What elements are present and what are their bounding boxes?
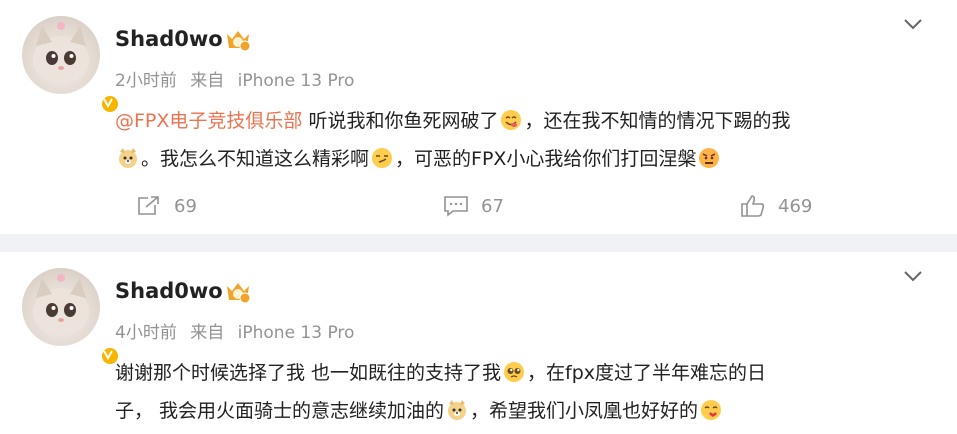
post-text: 谢谢那个时候选择了我 也一如既往的支持了我 ，在fpx度过了半年难忘的日 子， 我… bbox=[115, 354, 915, 430]
repost-button[interactable]: 69 bbox=[136, 186, 197, 226]
text-segment: ，希望我们小凤凰也好好的 bbox=[470, 400, 699, 422]
post-line-1: @FPX电子竞技俱乐部 听说我和你鱼死网破了 ，还在我不知情的情况下踢的我 bbox=[115, 102, 915, 140]
vip-badge-icon[interactable] bbox=[224, 280, 252, 304]
post-meta: 4小时前 来自 iPhone 13 Pro bbox=[115, 318, 354, 343]
smirk-emoji-icon bbox=[372, 148, 393, 168]
comment-icon bbox=[444, 196, 468, 217]
doge-emoji-icon bbox=[119, 148, 137, 168]
source-prefix: 来自 bbox=[190, 71, 225, 91]
like-count: 469 bbox=[778, 195, 813, 217]
cat-avatar-icon bbox=[33, 22, 89, 84]
post-line-2: 子， 我会用火面骑士的意志继续加油的 ，希望我们小凤凰也好好的 bbox=[115, 392, 915, 430]
source-device: iPhone 13 Pro bbox=[237, 323, 355, 343]
repost-icon bbox=[138, 196, 159, 215]
post-line-1: 谢谢那个时候选择了我 也一如既往的支持了我 ，在fpx度过了半年难忘的日 bbox=[115, 354, 915, 392]
post-line-2: 。我怎么不知道这么精彩啊 ，可恶的FPX小心我给你们打回涅槃 bbox=[115, 140, 915, 178]
avatar[interactable] bbox=[22, 268, 120, 366]
text-segment: ，可恶的FPX小心我给你们打回涅槃 bbox=[395, 148, 697, 170]
text-segment: 子， 我会用火面骑士的意志继续加油的 bbox=[115, 400, 445, 422]
repost-count: 69 bbox=[174, 195, 197, 217]
username[interactable]: Shad0wo bbox=[115, 27, 223, 51]
cat-avatar-icon bbox=[33, 274, 89, 336]
yum-emoji-icon bbox=[501, 110, 522, 130]
avatar[interactable] bbox=[22, 16, 120, 114]
chevron-down-icon[interactable] bbox=[902, 16, 924, 32]
comment-button[interactable]: 67 bbox=[443, 186, 504, 226]
pleading-emoji-icon bbox=[504, 362, 525, 382]
username[interactable]: Shad0wo bbox=[115, 279, 223, 303]
post-time[interactable]: 4小时前 bbox=[115, 323, 177, 343]
text-segment: 谢谢那个时候选择了我 也一如既往的支持了我 bbox=[115, 362, 502, 384]
post-time[interactable]: 2小时前 bbox=[115, 71, 177, 91]
mention-link[interactable]: @FPX电子竞技俱乐部 bbox=[115, 110, 302, 132]
doge-emoji-icon bbox=[448, 400, 467, 420]
text-segment: ，还在我不知情的情况下踢的我 bbox=[524, 110, 791, 132]
text-segment: 。我怎么不知道这么精彩啊 bbox=[141, 148, 370, 170]
comment-count: 67 bbox=[481, 195, 504, 217]
text-segment: 听说我和你鱼死网破了 bbox=[302, 110, 499, 132]
post-meta: 2小时前 来自 iPhone 13 Pro bbox=[115, 66, 354, 91]
source-prefix: 来自 bbox=[190, 323, 225, 343]
weibo-post: Shad0wo 2小时前 来自 iPhone 13 Pro @FPX电子竞技俱乐… bbox=[0, 0, 957, 234]
chevron-down-icon[interactable] bbox=[902, 268, 924, 284]
source-device: iPhone 13 Pro bbox=[237, 71, 355, 91]
like-button[interactable]: 469 bbox=[740, 186, 812, 226]
vip-badge-icon[interactable] bbox=[224, 28, 252, 52]
angry-emoji-icon bbox=[699, 148, 720, 168]
like-icon bbox=[741, 195, 765, 217]
kiss-emoji-icon bbox=[701, 400, 722, 420]
weibo-post: Shad0wo 4小时前 来自 iPhone 13 Pro 谢谢那个时候选择了我… bbox=[0, 252, 957, 434]
text-segment: ，在fpx度过了半年难忘的日 bbox=[527, 362, 767, 384]
action-bar: 69 67 469 bbox=[0, 186, 957, 226]
post-text: @FPX电子竞技俱乐部 听说我和你鱼死网破了 ，还在我不知情的情况下踢的我 。我怎… bbox=[115, 102, 915, 178]
